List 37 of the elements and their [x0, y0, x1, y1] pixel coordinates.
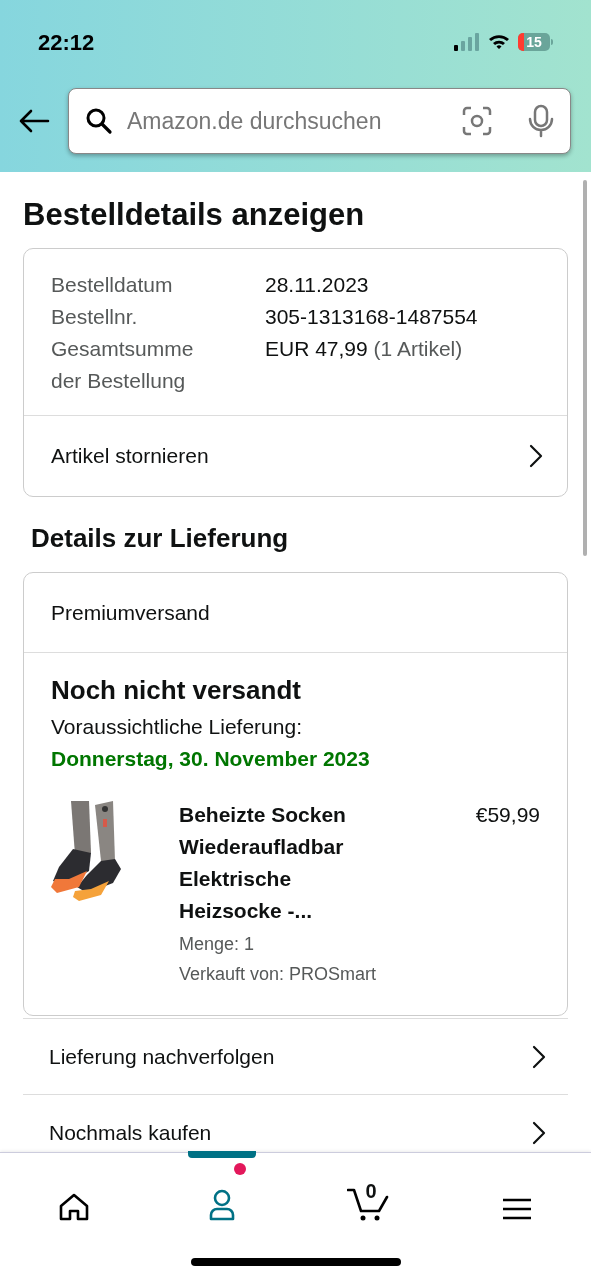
- product-price: €59,99: [475, 802, 540, 828]
- field-label: Bestellnr.: [51, 304, 139, 330]
- chevron-right-icon: [529, 444, 543, 468]
- quantity: Menge: 1: [179, 933, 256, 956]
- cart-count: 0: [365, 1181, 377, 1201]
- cancel-row[interactable]: Artikel stornieren: [24, 416, 567, 496]
- item-count: (1 Artikel): [373, 337, 463, 360]
- field-value: 28.11.2023: [265, 273, 369, 296]
- shipping-method: Premiumversand: [24, 573, 567, 653]
- action-row[interactable]: Lieferung nachverfolgen: [23, 1018, 568, 1094]
- wifi-icon: [488, 34, 510, 50]
- shipment-status: Noch nicht versandt: [51, 674, 302, 707]
- delivery-label: Voraussichtliche Lieferung:: [51, 714, 303, 740]
- menu-icon: [502, 1197, 533, 1221]
- product-title[interactable]: Beheizte Socken Wiederaufladbar Elektrische Heizsocke -...: [179, 799, 394, 927]
- delivery-date: Donnerstag, 30. November 2023: [51, 746, 371, 772]
- status-time: 22:12: [38, 28, 95, 57]
- field-value: EUR 47,99: [265, 337, 368, 360]
- search-bar[interactable]: Amazon.de durchsuchen: [68, 88, 571, 154]
- battery-icon: 15: [518, 33, 553, 51]
- search-field[interactable]: Amazon.de durchsuchen: [127, 103, 448, 139]
- home-icon: [58, 1193, 89, 1221]
- selected-indicator: [187, 1151, 256, 1158]
- field-label: Bestelldatum: [51, 272, 174, 298]
- field-value: 305-1313168-1487554: [265, 305, 478, 328]
- chevron-right-icon: [532, 1120, 546, 1145]
- search-icon: [85, 107, 113, 135]
- seller: Verkauft von: PROSmart: [179, 963, 378, 986]
- page-title: Bestelldetails anzeigen: [23, 196, 366, 234]
- signal-icon: [454, 33, 480, 51]
- section-heading: Details zur Lieferung: [31, 522, 290, 555]
- microphone-icon[interactable]: [528, 104, 554, 138]
- back-arrow-icon[interactable]: [18, 109, 50, 133]
- field-label: Gesamtsumme der Bestellung: [51, 336, 195, 394]
- chevron-right-icon: [532, 1044, 546, 1069]
- nav-tab[interactable]: 0: [295, 1153, 444, 1229]
- camera-scan-icon[interactable]: [462, 106, 492, 136]
